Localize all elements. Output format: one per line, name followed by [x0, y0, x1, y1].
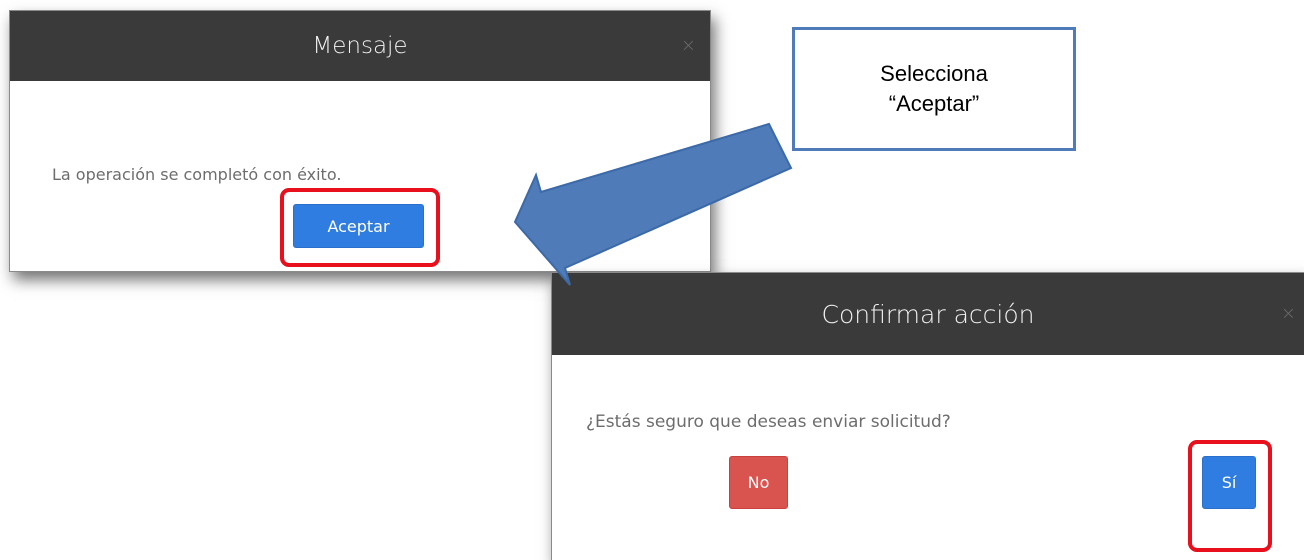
callout-line2: “Aceptar”: [888, 91, 980, 116]
pointer-arrow-shape: [513, 122, 793, 286]
callout-box: Selecciona “Aceptar”: [792, 27, 1076, 151]
callout-line1: Selecciona: [880, 60, 988, 86]
pointer-arrow: [513, 122, 793, 286]
